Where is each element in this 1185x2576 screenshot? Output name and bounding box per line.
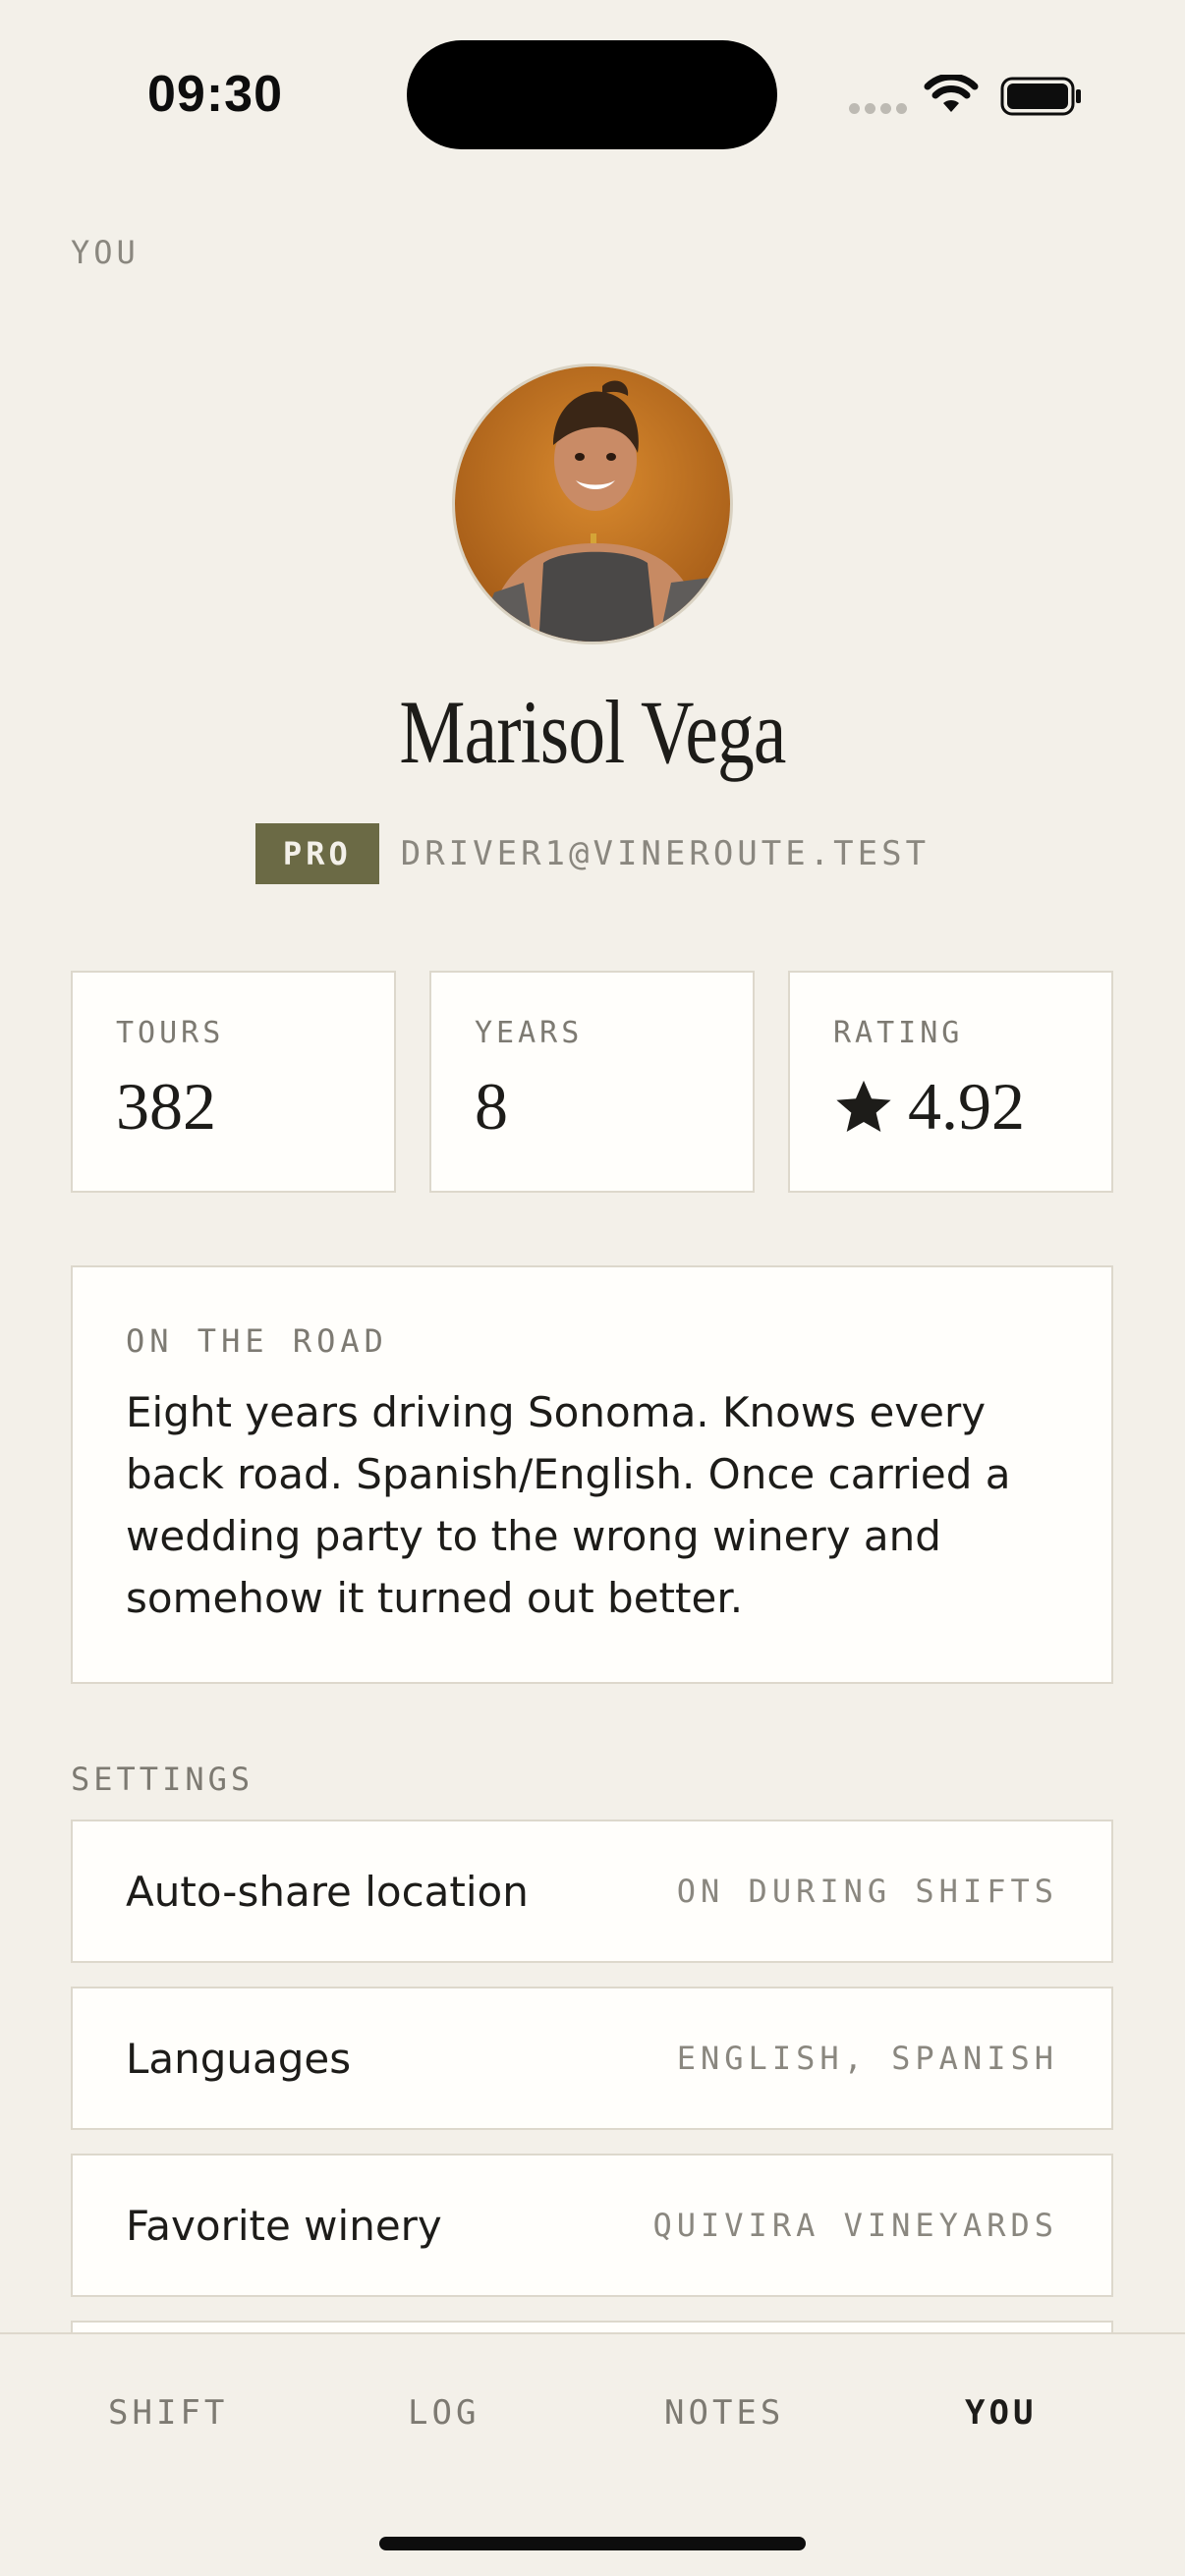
stat-value: 8 (475, 1069, 508, 1144)
setting-value: ENGLISH, SPANISH (676, 2040, 1058, 2077)
setting-name: Favorite winery (126, 2201, 442, 2250)
setting-value: ON DURING SHIFTS (676, 1873, 1058, 1910)
setting-favorite-winery[interactable]: Favorite winery QUIVIRA VINEYARDS (71, 2154, 1113, 2297)
setting-value: QUIVIRA VINEYARDS (652, 2207, 1058, 2244)
pro-badge: PRO (254, 823, 379, 884)
wifi-icon (924, 75, 979, 112)
avatar[interactable] (452, 364, 733, 644)
battery-icon (1000, 77, 1081, 116)
profile-email: DRIVER1@VINEROUTE.TEST (400, 834, 931, 873)
status-time: 09:30 (147, 66, 283, 123)
dynamic-island (407, 40, 777, 149)
stat-card-rating: RATING 4.92 (788, 971, 1113, 1193)
page-title: YOU (71, 234, 140, 271)
setting-name: Auto-share location (126, 1867, 529, 1916)
bio-card: ON THE ROAD Eight years driving Sonoma. … (71, 1265, 1113, 1684)
bio-label: ON THE ROAD (126, 1322, 388, 1360)
stat-value: 4.92 (833, 1068, 1111, 1146)
profile-meta: PRO DRIVER1@VINEROUTE.TEST (0, 823, 1185, 884)
profile-name: Marisol Vega (399, 682, 786, 782)
stat-value: 382 (116, 1069, 216, 1144)
tab-notes[interactable]: NOTES (664, 2393, 784, 2433)
stat-card-years: YEARS 8 (429, 971, 755, 1193)
home-indicator[interactable] (379, 2537, 806, 2550)
stat-card-tours: TOURS 382 (71, 971, 396, 1193)
setting-name: Languages (126, 2034, 352, 2083)
settings-section-title: SETTINGS (71, 1761, 254, 1798)
avatar-photo (455, 366, 730, 642)
bio-text: Eight years driving Sonoma. Knows every … (126, 1388, 1011, 1622)
setting-languages[interactable]: Languages ENGLISH, SPANISH (71, 1987, 1113, 2130)
tab-log[interactable]: LOG (408, 2393, 480, 2433)
setting-auto-share-location[interactable]: Auto-share location ON DURING SHIFTS (71, 1820, 1113, 1963)
stat-label: RATING (833, 1016, 964, 1050)
stat-label: TOURS (116, 1016, 225, 1050)
star-icon (836, 1080, 891, 1132)
tab-shift[interactable]: SHIFT (108, 2393, 228, 2433)
stat-label: YEARS (475, 1016, 584, 1050)
cellular-signal-icon (849, 103, 907, 114)
tab-you[interactable]: YOU (965, 2393, 1037, 2433)
